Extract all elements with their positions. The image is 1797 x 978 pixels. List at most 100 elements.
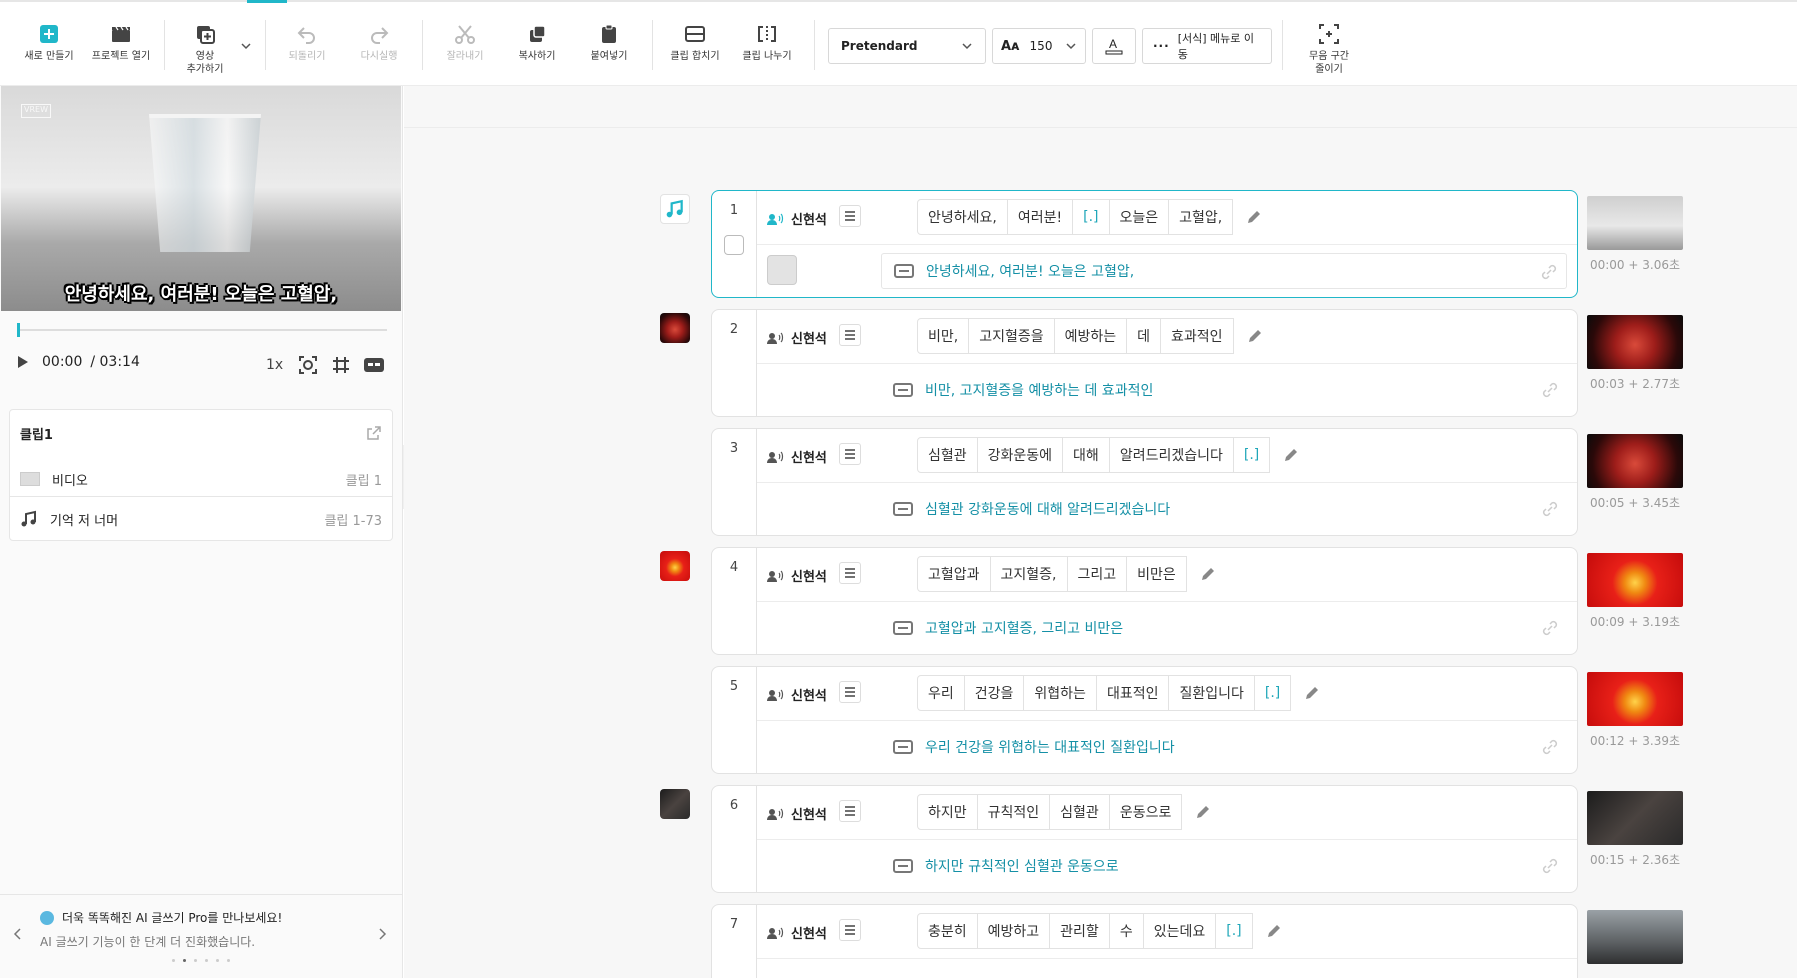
format-menu-button[interactable]: ··· [서식] 메뉴로 이동 xyxy=(1142,28,1272,64)
word-chip[interactable]: 고지혈증, xyxy=(989,556,1068,592)
speaker-label[interactable]: 신현석 xyxy=(767,923,827,942)
word-chip[interactable]: 질환입니다 xyxy=(1168,675,1255,711)
segment-menu-button[interactable] xyxy=(839,324,861,346)
reduce-silence-button[interactable]: 무음 구간 줄이기 xyxy=(1294,16,1364,76)
transcript-segment[interactable]: 7 신현석 충분히 예방하고 관리할 수 있는데요 [.] xyxy=(711,904,1578,978)
subtitle-line[interactable]: 안녕하세요, 여러분! 오늘은 고혈압, xyxy=(881,253,1567,289)
transcript-segment[interactable]: 5 신현석 우리 건강을 위협하는 대표적인 질환입니다 [.] 우리 건강을 … xyxy=(711,666,1578,774)
video-preview[interactable]: VREW 안녕하세요, 여러분! 오늘은 고혈압, xyxy=(1,86,401,311)
segment-thumbnail[interactable] xyxy=(1587,315,1683,369)
segment-thumbnail[interactable] xyxy=(1587,672,1683,726)
font-size-select[interactable]: Aᴀ 150 xyxy=(992,28,1086,64)
segment-thumbnail[interactable] xyxy=(1587,910,1683,964)
word-chip[interactable]: 우리 xyxy=(917,675,965,711)
add-video-button[interactable]: 영상 추가하기 xyxy=(170,16,240,76)
paste-button[interactable]: 붙여넣기 xyxy=(574,16,644,63)
word-chip[interactable]: 강화운동에 xyxy=(976,437,1064,473)
cut-button[interactable]: 잘라내기 xyxy=(430,16,500,63)
scene-media-icon[interactable] xyxy=(660,313,690,343)
chevron-right-icon[interactable] xyxy=(378,927,388,941)
clip-thumbnail[interactable] xyxy=(767,255,797,285)
word-chip[interactable]: 있는데요 xyxy=(1142,913,1217,949)
speaker-label[interactable]: 신현석 xyxy=(767,804,827,823)
word-chip[interactable]: 위협하는 xyxy=(1023,675,1097,711)
word-chip[interactable]: 심혈관 xyxy=(1049,794,1110,830)
word-chip[interactable]: 고혈압, xyxy=(1168,199,1234,235)
word-chip[interactable]: 그리고 xyxy=(1066,556,1128,592)
segment-menu-button[interactable] xyxy=(839,443,861,465)
subtitle-line[interactable]: 고혈압과 고지혈증, 그리고 비만은 xyxy=(881,610,1567,646)
word-chip[interactable]: 충분히 xyxy=(917,913,978,949)
word-chip[interactable]: [.] xyxy=(1232,437,1271,473)
link-icon[interactable] xyxy=(1540,263,1558,281)
link-icon[interactable] xyxy=(1541,857,1559,875)
bgm-music-icon[interactable] xyxy=(660,194,690,224)
subtitle-toggle-icon[interactable] xyxy=(363,356,385,374)
word-chip[interactable]: 고지혈증을 xyxy=(968,318,1055,354)
speaker-label[interactable]: 신현석 xyxy=(767,447,827,466)
pencil-icon[interactable] xyxy=(1246,209,1262,225)
segment-checkbox[interactable] xyxy=(724,235,744,255)
segment-thumbnail[interactable] xyxy=(1587,434,1683,488)
segment-menu-button[interactable] xyxy=(839,919,861,941)
subtitle-line[interactable]: 비만, 고지혈증을 예방하는 데 효과적인 xyxy=(881,372,1567,408)
word-chip[interactable]: 비만, xyxy=(917,318,970,354)
external-link-icon[interactable] xyxy=(366,425,382,441)
word-chip[interactable]: 비만은 xyxy=(1126,556,1187,592)
word-chip[interactable]: [.] xyxy=(1215,913,1253,949)
word-chip[interactable]: 고혈압과 xyxy=(917,556,991,592)
pencil-icon[interactable] xyxy=(1304,685,1320,701)
transcript-segment[interactable]: 4 신현석 고혈압과 고지혈증, 그리고 비만은 고혈압과 고지혈증, 그리고 … xyxy=(711,547,1578,655)
subtitle-line[interactable]: 하지만 규칙적인 심혈관 운동으로 xyxy=(881,848,1567,884)
segment-menu-button[interactable] xyxy=(839,800,861,822)
clip-music-row[interactable]: 기억 저 너머 클립 1-73 xyxy=(10,496,392,542)
word-chip[interactable]: 안녕하세요, xyxy=(917,199,1008,235)
add-video-dropdown-icon[interactable] xyxy=(240,40,252,52)
segment-menu-button[interactable] xyxy=(839,681,861,703)
scene-media-icon[interactable] xyxy=(660,551,690,581)
scene-media-icon[interactable] xyxy=(660,789,690,819)
font-family-select[interactable]: Pretendard xyxy=(828,28,986,64)
link-icon[interactable] xyxy=(1541,500,1559,518)
undo-button[interactable]: 되돌리기 xyxy=(272,16,342,63)
new-project-button[interactable]: 새로 만들기 xyxy=(14,16,84,63)
speaker-label[interactable]: 신현석 xyxy=(767,209,827,228)
word-chip[interactable]: [.] xyxy=(1072,199,1110,235)
transcript-segment[interactable]: 2 신현석 비만, 고지혈증을 예방하는 데 효과적인 비만, 고지혈증을 예방… xyxy=(711,309,1578,417)
word-chip[interactable]: 대해 xyxy=(1062,437,1110,473)
pencil-icon[interactable] xyxy=(1266,923,1282,939)
link-icon[interactable] xyxy=(1541,381,1559,399)
pencil-icon[interactable] xyxy=(1200,566,1216,582)
pencil-icon[interactable] xyxy=(1247,328,1263,344)
promo-pagination[interactable] xyxy=(168,959,234,962)
word-chip[interactable]: 예방하는 xyxy=(1053,318,1128,354)
copy-button[interactable]: 복사하기 xyxy=(502,16,572,63)
pencil-icon[interactable] xyxy=(1195,804,1211,820)
word-chip[interactable]: 효과적인 xyxy=(1160,318,1234,354)
link-icon[interactable] xyxy=(1541,738,1559,756)
segment-thumbnail[interactable] xyxy=(1587,791,1683,845)
subtitle-line[interactable]: 우리 건강을 위협하는 대표적인 질환입니다 xyxy=(881,729,1567,765)
transcript-segment[interactable]: 3 신현석 심혈관 강화운동에 대해 알려드리겠습니다 [.] 심혈관 강화운동… xyxy=(711,428,1578,536)
segment-menu-button[interactable] xyxy=(839,205,861,227)
word-chip[interactable]: 데 xyxy=(1126,318,1162,354)
segment-menu-button[interactable] xyxy=(839,562,861,584)
open-project-button[interactable]: 프로젝트 열기 xyxy=(86,16,156,63)
playback-progress-bar[interactable] xyxy=(17,323,387,337)
speaker-label[interactable]: 신현석 xyxy=(767,685,827,704)
word-chip[interactable]: [.] xyxy=(1253,675,1292,711)
subtitle-line[interactable]: 심혈관 강화운동에 대해 알려드리겠습니다 xyxy=(881,491,1567,527)
transcript-segment[interactable]: 6 신현석 하지만 규칙적인 심혈관 운동으로 하지만 규칙적인 심혈관 운동으… xyxy=(711,785,1578,893)
speaker-label[interactable]: 신현석 xyxy=(767,328,827,347)
word-chip[interactable]: 여러분! xyxy=(1006,199,1074,235)
redo-button[interactable]: 다시실행 xyxy=(344,16,414,63)
playhead[interactable] xyxy=(17,323,20,337)
segment-thumbnail[interactable] xyxy=(1587,196,1683,250)
word-chip[interactable]: 규칙적인 xyxy=(976,794,1051,830)
speed-button[interactable]: 1x xyxy=(266,357,283,373)
word-chip[interactable]: 알려드리겠습니다 xyxy=(1108,437,1234,473)
font-color-button[interactable]: A xyxy=(1092,28,1136,64)
pencil-icon[interactable] xyxy=(1283,447,1299,463)
split-clip-button[interactable]: 클립 나누기 xyxy=(732,16,802,63)
word-chip[interactable]: 심혈관 xyxy=(917,437,978,473)
